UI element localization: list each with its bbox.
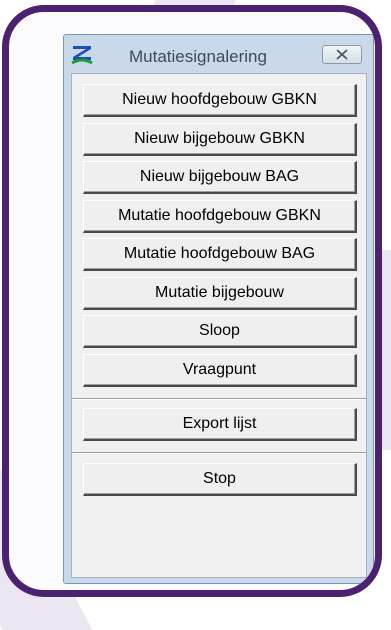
mutatiesignalering-window: Mutatiesignalering Nieuw hoofdgebouw GBK… xyxy=(63,34,374,584)
vraagpunt-button[interactable]: Vraagpunt xyxy=(83,354,357,387)
export-lijst-button[interactable]: Export lijst xyxy=(83,408,357,441)
close-button[interactable] xyxy=(322,45,362,64)
rounded-frame: Mutatiesignalering Nieuw hoofdgebouw GBK… xyxy=(2,5,382,597)
mutatie-bijgebouw-button[interactable]: Mutatie bijgebouw xyxy=(83,277,357,310)
mutatie-hoofdgebouw-bag-button[interactable]: Mutatie hoofdgebouw BAG xyxy=(83,238,357,271)
nieuw-hoofdgebouw-gbkn-button[interactable]: Nieuw hoofdgebouw GBKN xyxy=(83,84,357,117)
app-logo-icon xyxy=(71,46,93,65)
stop-button[interactable]: Stop xyxy=(83,463,357,496)
mutatie-hoofdgebouw-gbkn-button[interactable]: Mutatie hoofdgebouw GBKN xyxy=(83,200,357,233)
nieuw-bijgebouw-bag-button[interactable]: Nieuw bijgebouw BAG xyxy=(83,161,357,194)
title-bar[interactable]: Mutatiesignalering xyxy=(64,35,373,73)
window-title: Mutatiesignalering xyxy=(129,47,267,66)
sloop-button[interactable]: Sloop xyxy=(83,315,357,348)
separator xyxy=(72,452,366,454)
nieuw-bijgebouw-gbkn-button[interactable]: Nieuw bijgebouw GBKN xyxy=(83,123,357,156)
separator xyxy=(72,398,366,400)
close-icon xyxy=(336,49,348,60)
button-panel: Nieuw hoofdgebouw GBKN Nieuw bijgebouw G… xyxy=(71,73,367,578)
